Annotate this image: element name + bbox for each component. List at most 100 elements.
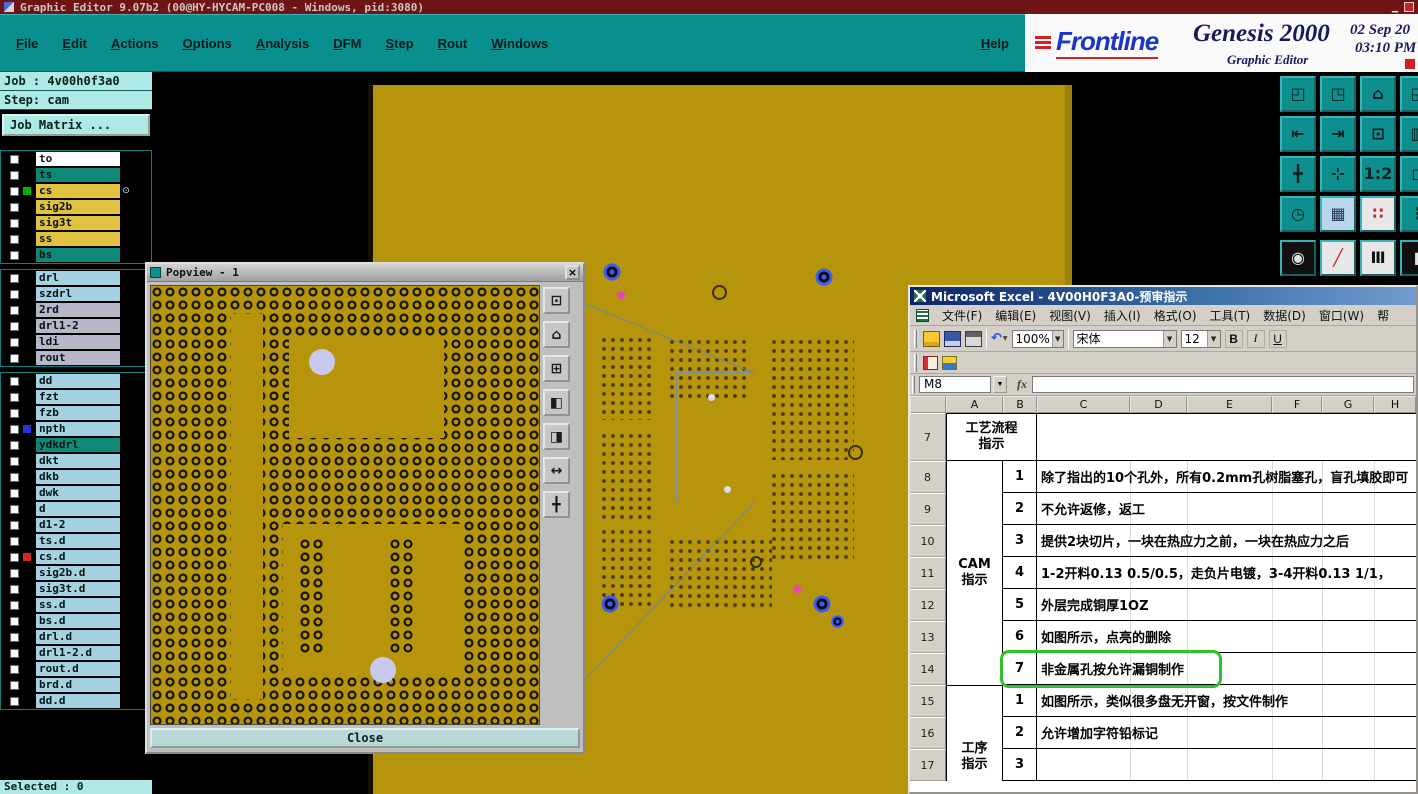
row-header[interactable]: 11 [910, 557, 946, 589]
excel-cell-number[interactable]: 3 [1003, 749, 1037, 781]
excel-cell-process-title[interactable]: 工艺流程 指示 [946, 413, 1037, 461]
layer-row[interactable]: drl [1, 270, 151, 286]
menu-item-help[interactable]: Help [981, 36, 1009, 51]
excel-cell-number[interactable]: 2 [1003, 717, 1037, 749]
underline-button[interactable]: U [1268, 329, 1287, 348]
cam-tool-button[interactable]: ▮ [1400, 240, 1418, 276]
row-header[interactable]: 16 [910, 717, 946, 749]
layer-name[interactable]: ldi [36, 335, 120, 349]
excel-menu-item[interactable]: 插入(I) [1104, 307, 1141, 324]
layer-visibility-checkbox[interactable] [10, 440, 19, 450]
excel-cell-number[interactable]: 4 [1003, 557, 1037, 589]
layer-row[interactable]: bs.d [1, 613, 151, 629]
menu-item[interactable]: Rout [438, 36, 468, 51]
menu-item[interactable]: Actions [111, 36, 159, 51]
cam-tool-button[interactable]: ◻ [1400, 156, 1418, 192]
layer-row[interactable]: drl1-2.d [1, 645, 151, 661]
layer-row[interactable]: rout [1, 350, 151, 366]
layer-name[interactable]: sig3t.d [36, 582, 120, 596]
excel-cell-number[interactable]: 6 [1003, 621, 1037, 653]
popview-tool-button[interactable]: ⊡ [543, 287, 570, 314]
select-all-corner[interactable] [910, 396, 946, 413]
layer-name[interactable]: dd.d [36, 694, 120, 708]
open-icon[interactable] [923, 330, 940, 347]
layer-visibility-checkbox[interactable] [10, 305, 19, 315]
layer-row[interactable]: dwk [1, 485, 151, 501]
font-size-combobox[interactable]: 12 ▼ [1180, 329, 1221, 348]
excel-merged-cell-cam[interactable]: CAM 指示 [946, 461, 1003, 685]
popview-tool-button[interactable]: ↔ [543, 457, 570, 484]
layer-row[interactable]: fzt [1, 389, 151, 405]
minimize-icon[interactable]: ▁ [1392, 2, 1398, 13]
layer-row[interactable]: dkt [1, 453, 151, 469]
row-header[interactable]: 7 [910, 413, 946, 461]
layer-visibility-checkbox[interactable] [10, 154, 19, 164]
layer-name[interactable]: to [36, 152, 120, 166]
popview-tool-button[interactable]: ╋ [543, 491, 570, 518]
layer-row[interactable]: ts.d [1, 533, 151, 549]
column-header[interactable]: G [1322, 396, 1374, 413]
formula-input[interactable] [1032, 376, 1414, 393]
layer-row[interactable]: ldi [1, 334, 151, 350]
excel-cell-number[interactable]: 1 [1003, 461, 1037, 493]
close-icon[interactable] [1404, 2, 1414, 12]
zoom-combobox[interactable]: 100% ▼ [1011, 329, 1064, 348]
excel-menu-item[interactable]: 编辑(E) [995, 307, 1036, 324]
popview-titlebar[interactable]: Popview - 1 × [147, 264, 583, 282]
layer-row[interactable]: dd [1, 373, 151, 389]
cam-tool-button[interactable]: ◰ [1280, 76, 1316, 112]
job-matrix-button[interactable]: Job Matrix ... [2, 114, 150, 136]
layer-visibility-checkbox[interactable] [10, 250, 19, 260]
layer-visibility-checkbox[interactable] [10, 273, 19, 283]
layer-visibility-checkbox[interactable] [10, 289, 19, 299]
layer-visibility-checkbox[interactable] [10, 552, 19, 562]
row-header[interactable]: 10 [910, 525, 946, 557]
cam-tool-button[interactable]: ⊹ [1320, 156, 1356, 192]
print-icon[interactable] [965, 330, 982, 347]
column-header[interactable]: E [1187, 396, 1272, 413]
excel-cell-number[interactable]: 1 [1003, 685, 1037, 717]
layer-row[interactable]: sig2b.d [1, 565, 151, 581]
layer-name[interactable]: sig2b.d [36, 566, 120, 580]
layer-row[interactable]: brd.d [1, 677, 151, 693]
layer-row[interactable]: to [1, 151, 151, 167]
layer-visibility-checkbox[interactable] [10, 186, 19, 196]
layer-name[interactable]: cs.d [36, 550, 120, 564]
layer-row[interactable]: fzb [1, 405, 151, 421]
cam-tool-button[interactable]: ◉ [1280, 240, 1316, 276]
layer-visibility-checkbox[interactable] [10, 584, 19, 594]
cam-tool-button[interactable]: ◷ [1280, 196, 1316, 232]
row-header[interactable]: 15 [910, 685, 946, 717]
column-header[interactable]: C [1037, 396, 1130, 413]
cam-tool-button[interactable]: ◱ [1400, 76, 1418, 112]
layer-visibility-checkbox[interactable] [10, 353, 19, 363]
layer-row[interactable]: ss.d [1, 597, 151, 613]
excel-merged-cell-gongxu[interactable]: 工序 指示 [946, 685, 1003, 781]
layer-visibility-checkbox[interactable] [10, 408, 19, 418]
cam-tool-button[interactable]: Ⅲ [1360, 240, 1396, 276]
layer-row[interactable]: ydkdrl [1, 437, 151, 453]
layer-visibility-checkbox[interactable] [10, 170, 19, 180]
popview-close-icon[interactable]: × [565, 265, 580, 280]
layer-row[interactable]: 2rd [1, 302, 151, 318]
popview-tool-button[interactable]: ◧ [543, 389, 570, 416]
layer-visibility-checkbox[interactable] [10, 472, 19, 482]
layer-row[interactable]: ts [1, 167, 151, 183]
layer-row[interactable]: ss [1, 231, 151, 247]
excel-cell-number[interactable]: 5 [1003, 589, 1037, 621]
layer-name[interactable]: ss [36, 232, 120, 246]
excel-cell-instruction[interactable]: 非金属孔按允许漏铜制作 [1037, 653, 1416, 685]
name-box-dropdown-icon[interactable]: ▼ [993, 376, 1007, 393]
layer-visibility-checkbox[interactable] [10, 504, 19, 514]
layer-name[interactable]: drl1-2.d [36, 646, 120, 660]
layer-name[interactable]: ts.d [36, 534, 120, 548]
excel-cell-number[interactable]: 3 [1003, 525, 1037, 557]
popview-tool-button[interactable]: ⌂ [543, 321, 570, 348]
excel-cell-instruction[interactable] [1037, 749, 1416, 781]
layer-name[interactable]: drl [36, 271, 120, 285]
layer-row[interactable]: dd.d [1, 693, 151, 709]
layer-name[interactable]: ydkdrl [36, 438, 120, 452]
column-header[interactable]: D [1130, 396, 1187, 413]
menu-item[interactable]: Options [183, 36, 232, 51]
excel-sheet[interactable]: 7 工艺流程 指示 8 1 除了指出的10个孔外，所有0.2mm孔树脂塞孔，盲孔… [910, 413, 1416, 792]
